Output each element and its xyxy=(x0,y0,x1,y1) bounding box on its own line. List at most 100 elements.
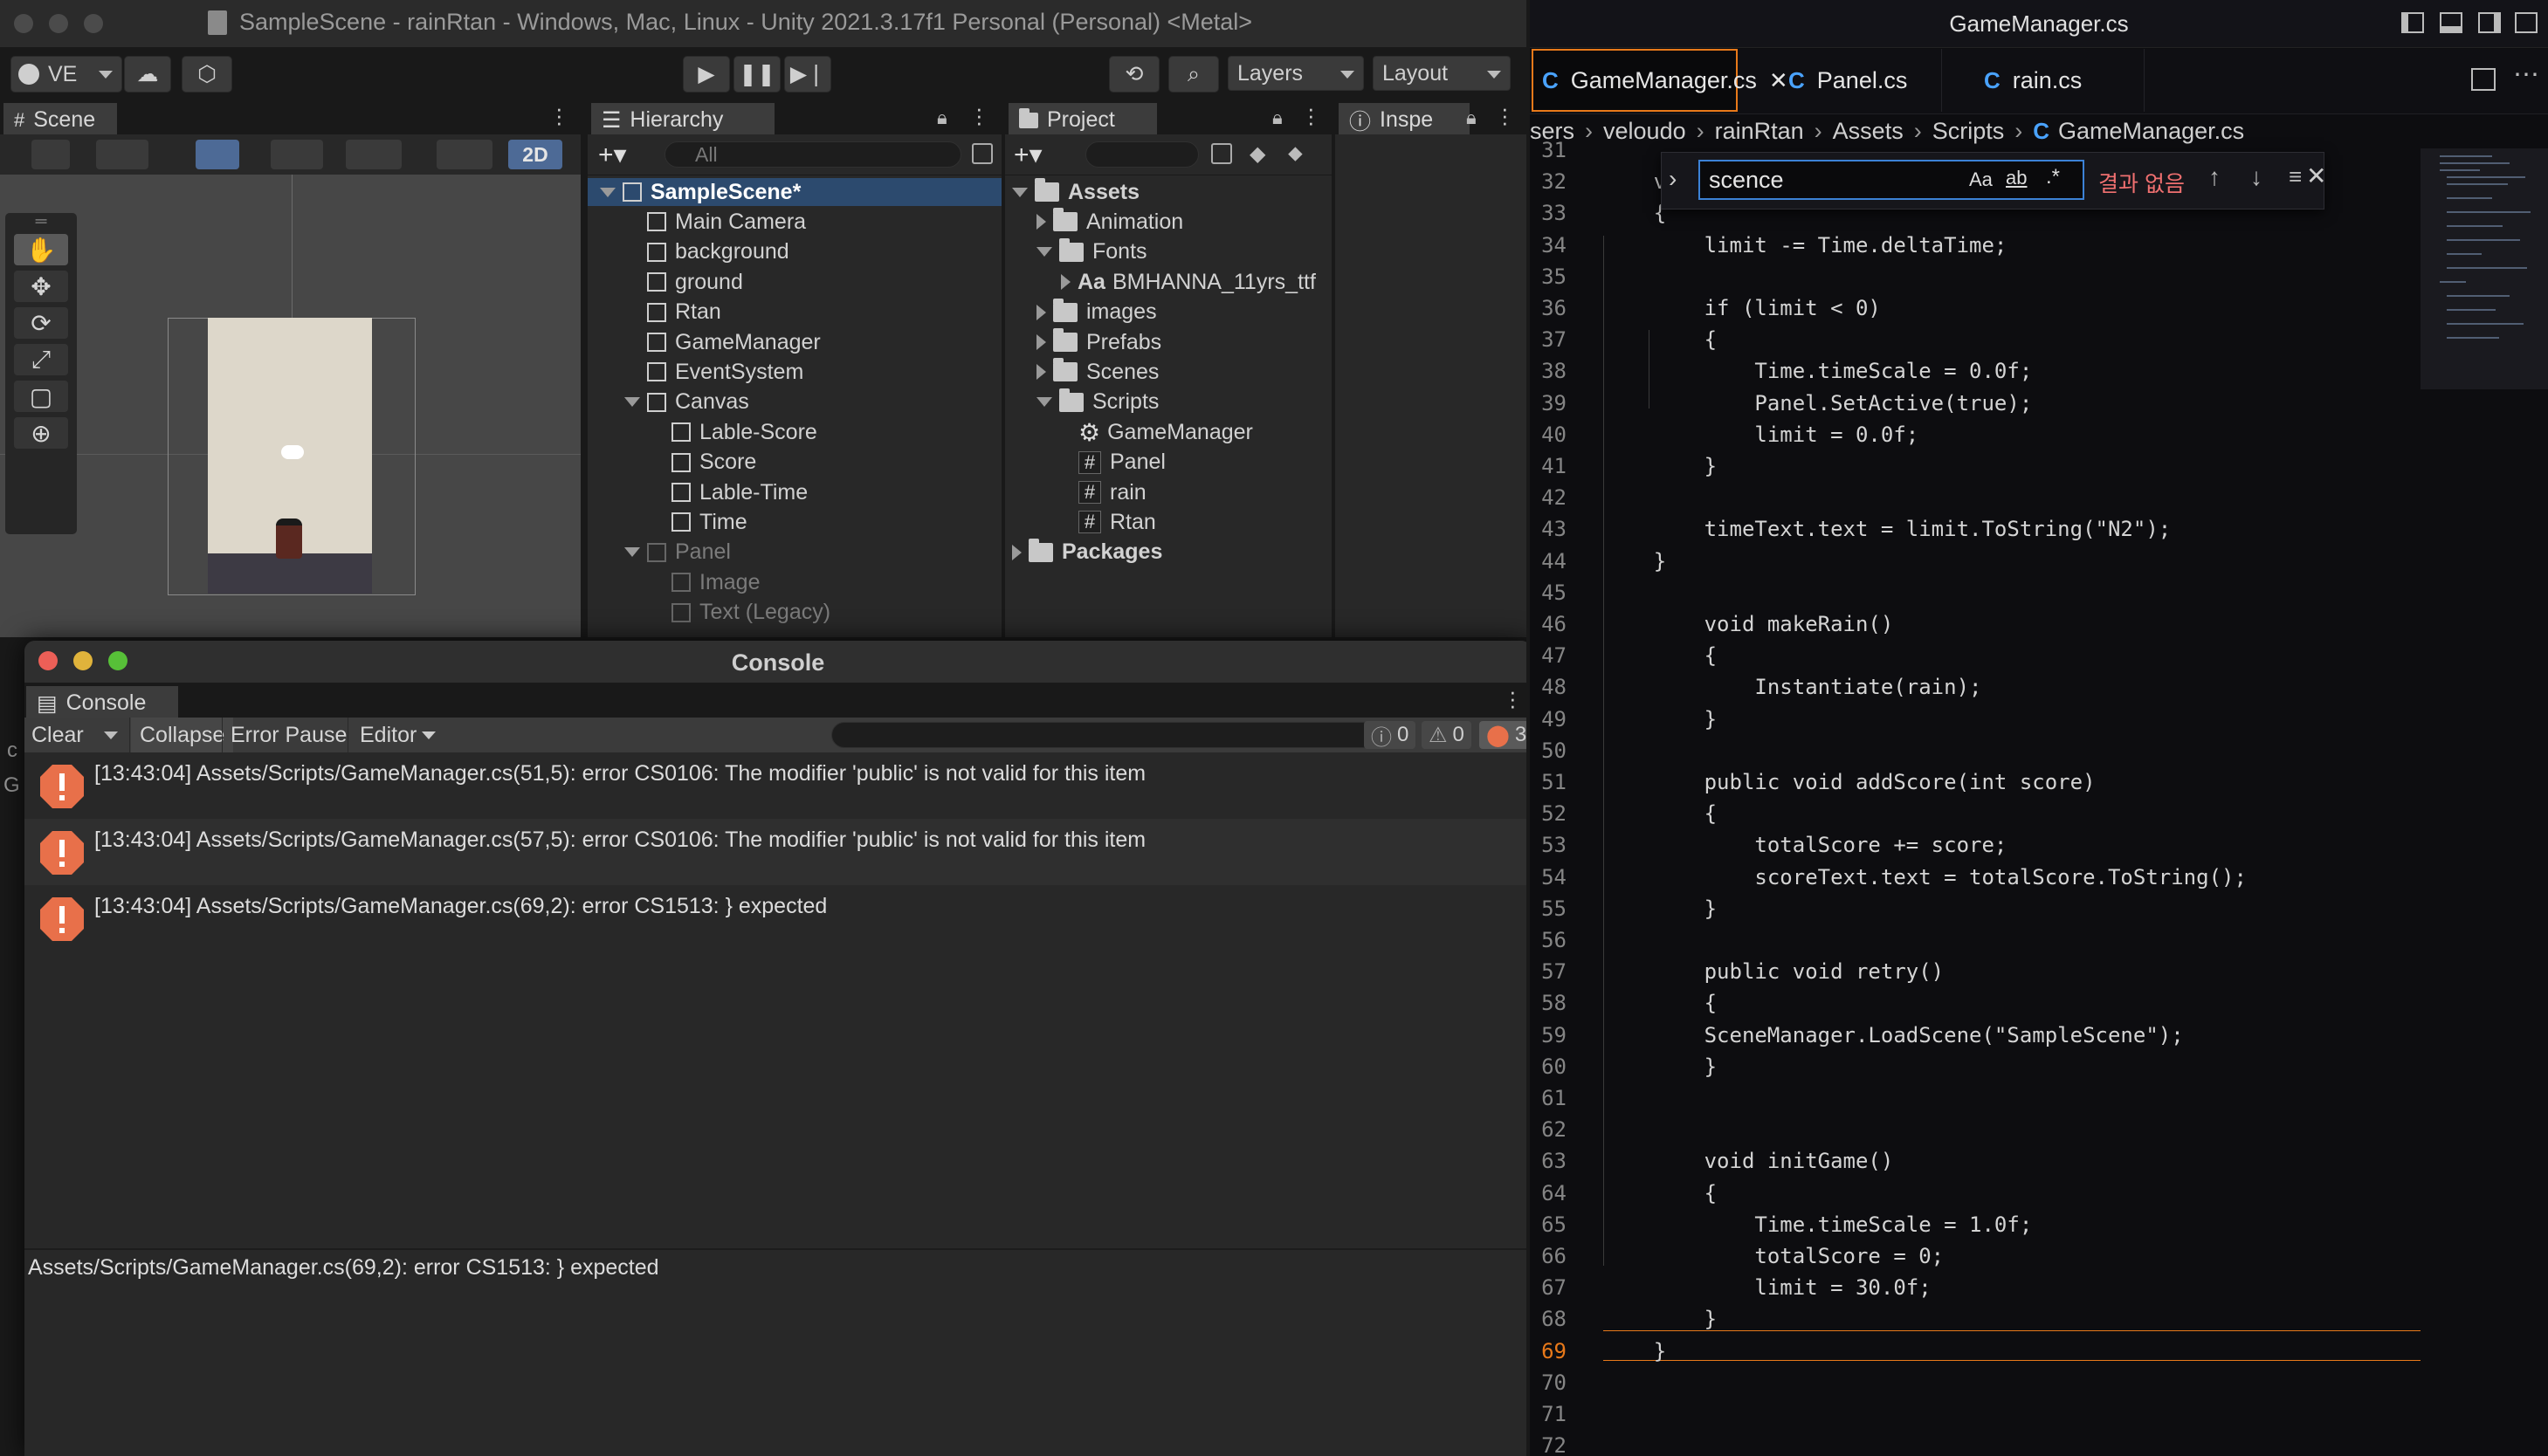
project-item[interactable]: # rain xyxy=(1061,478,1147,506)
console-log-entry[interactable]: [13:43:04] Assets/Scripts/GameManager.cs… xyxy=(24,885,1526,951)
project-item[interactable]: Packages xyxy=(1012,538,1162,567)
hierarchy-item[interactable]: Canvas xyxy=(624,388,749,416)
toggle-replace-icon[interactable]: › xyxy=(1669,165,1677,193)
collapse-arrow-icon[interactable] xyxy=(1036,364,1046,381)
project-item[interactable]: Animation xyxy=(1036,208,1183,236)
tab-gamemanager-cs[interactable]: C GameManager.cs ✕ xyxy=(1532,49,1788,112)
collapse-arrow-icon[interactable] xyxy=(1036,304,1046,320)
breadcrumb-item[interactable]: Assets xyxy=(1833,118,1904,145)
lock-icon[interactable]: 🔒︎ xyxy=(1272,106,1283,129)
expand-arrow-icon[interactable] xyxy=(624,547,640,558)
tab-scene[interactable]: # Scene xyxy=(3,103,117,134)
grid-snap-button[interactable] xyxy=(196,140,239,169)
more-icon[interactable]: · · · xyxy=(975,100,983,134)
hierarchy-item[interactable]: background xyxy=(647,238,789,266)
project-item[interactable]: # Rtan xyxy=(1061,508,1156,536)
console-log-entry[interactable]: [13:43:04] Assets/Scripts/GameManager.cs… xyxy=(24,752,1526,819)
hierarchy-item[interactable]: Score xyxy=(671,449,756,477)
project-item[interactable]: Prefabs xyxy=(1036,328,1161,356)
hierarchy-item[interactable]: Time xyxy=(671,508,747,536)
match-case-toggle[interactable]: Aa xyxy=(1969,168,1993,191)
tab-panel-cs[interactable]: C Panel.cs xyxy=(1739,49,1942,112)
lock-icon[interactable]: 🔒︎ xyxy=(937,106,947,129)
expand-arrow-icon[interactable] xyxy=(624,397,640,408)
scene-viewport[interactable] xyxy=(0,175,581,637)
collapse-arrow-icon[interactable] xyxy=(1012,544,1022,560)
hierarchy-item[interactable]: ground xyxy=(647,268,743,296)
next-match-icon[interactable]: ↓ xyxy=(2250,163,2262,191)
tag-icon[interactable]: ⬥ xyxy=(1288,141,1303,166)
rail-handle[interactable]: ═ xyxy=(5,212,77,230)
tab-console[interactable]: ▤ Console xyxy=(26,686,178,718)
breadcrumb-item[interactable]: GameManager.cs xyxy=(2058,118,2244,145)
project-item[interactable]: Aa BMHANNA_11yrs_ttf xyxy=(1061,268,1316,296)
shading-button[interactable] xyxy=(437,140,492,169)
transform-tool-button[interactable]: ⊕ xyxy=(14,417,68,449)
2d-toggle-button[interactable]: 2D xyxy=(508,140,562,169)
customize-layout-icon[interactable] xyxy=(2515,12,2538,33)
scale-tool-button[interactable]: ⤢ xyxy=(14,344,68,375)
collab-button[interactable]: ⬡ xyxy=(182,56,232,93)
collapse-button[interactable]: Collapse xyxy=(131,718,234,752)
editor-dropdown[interactable]: Editor xyxy=(360,718,437,752)
search-by-type-icon[interactable] xyxy=(1211,143,1232,164)
toggle-secondary-sidebar-icon[interactable] xyxy=(2478,12,2501,33)
tab-rain-cs[interactable]: C rain.cs xyxy=(1942,49,2145,112)
project-item[interactable]: Fonts xyxy=(1036,237,1147,266)
minimize-window-button[interactable] xyxy=(49,14,68,33)
hierarchy-item[interactable]: Text (Legacy) xyxy=(671,599,830,627)
search-button[interactable]: ⌕ xyxy=(1168,56,1219,93)
hierarchy-item[interactable]: GameManager xyxy=(647,328,821,356)
hierarchy-item[interactable]: Rtan xyxy=(647,299,721,326)
expand-arrow-icon[interactable] xyxy=(1012,187,1028,197)
play-button[interactable]: ▶ xyxy=(683,56,730,93)
create-button[interactable]: +▾ xyxy=(1014,140,1043,170)
gizmo-button[interactable] xyxy=(346,140,402,169)
move-tool-button[interactable]: ✥ xyxy=(14,271,68,302)
project-item[interactable]: Assets xyxy=(1012,178,1140,206)
tab-inspector[interactable]: ⓘ Inspe xyxy=(1339,103,1470,134)
clear-button[interactable]: Clear xyxy=(31,718,84,752)
account-dropdown[interactable]: VE xyxy=(10,56,122,93)
hierarchy-item[interactable]: SampleScene* xyxy=(588,178,1002,206)
close-find-icon[interactable]: ✕ xyxy=(2306,161,2326,190)
error-count-toggle[interactable]: ⬤ 3 xyxy=(1479,721,1526,749)
hierarchy-item[interactable]: Lable-Score xyxy=(671,418,817,446)
find-in-selection-icon[interactable]: ≡ xyxy=(2289,163,2302,190)
warning-count-toggle[interactable]: ⚠ 0 xyxy=(1422,721,1471,749)
rotate-tool-button[interactable]: ⟳ xyxy=(14,307,68,339)
project-item[interactable]: # Panel xyxy=(1061,449,1166,477)
hand-tool-button[interactable]: ✋ xyxy=(14,234,68,265)
cloud-button[interactable]: ☁ xyxy=(124,56,171,93)
previous-match-icon[interactable]: ↑ xyxy=(2208,163,2221,191)
lock-icon[interactable]: 🔒︎ xyxy=(1466,106,1477,129)
zoom-window-button[interactable] xyxy=(84,14,103,33)
hierarchy-item[interactable]: EventSystem xyxy=(647,358,803,386)
project-item[interactable]: Scripts xyxy=(1036,388,1159,416)
collapse-arrow-icon[interactable] xyxy=(1036,214,1046,230)
code-editor[interactable]: 31 32 void 33 {34 limit -= Time.deltaTime;… xyxy=(1530,138,2421,1456)
step-button[interactable]: ▶❘ xyxy=(784,56,831,93)
label-filter-icon[interactable]: ◆ xyxy=(1250,141,1265,167)
console-search-input[interactable] xyxy=(831,722,1376,748)
more-icon[interactable]: · · · xyxy=(1501,100,1509,134)
error-pause-button[interactable]: Error Pause xyxy=(231,718,347,752)
more-icon[interactable]: · · · xyxy=(1307,100,1315,134)
layout-dropdown[interactable]: Layout xyxy=(1373,56,1511,91)
pause-button[interactable]: ❚❚ xyxy=(733,56,781,93)
collapse-arrow-icon[interactable] xyxy=(1036,334,1046,350)
info-count-toggle[interactable]: ⓘ 0 xyxy=(1364,721,1416,750)
hierarchy-search-input[interactable]: All xyxy=(665,141,961,168)
expand-arrow-icon[interactable] xyxy=(600,187,616,197)
draw-mode-button[interactable] xyxy=(31,140,70,169)
toggle-sidebar-icon[interactable] xyxy=(2401,12,2424,33)
more-actions-icon[interactable]: ⋯ xyxy=(2513,59,2539,90)
project-item[interactable]: ⚙ GameManager xyxy=(1061,418,1253,446)
history-button[interactable]: ⟲ xyxy=(1109,56,1160,93)
render-mode-button[interactable] xyxy=(96,140,148,169)
regex-toggle[interactable]: .* xyxy=(2046,165,2060,189)
expand-arrow-icon[interactable] xyxy=(1036,397,1052,408)
rect-tool-button[interactable]: ▢ xyxy=(14,381,68,412)
split-editor-icon[interactable] xyxy=(2471,68,2496,91)
tab-hierarchy[interactable]: ☰ Hierarchy xyxy=(591,103,775,134)
